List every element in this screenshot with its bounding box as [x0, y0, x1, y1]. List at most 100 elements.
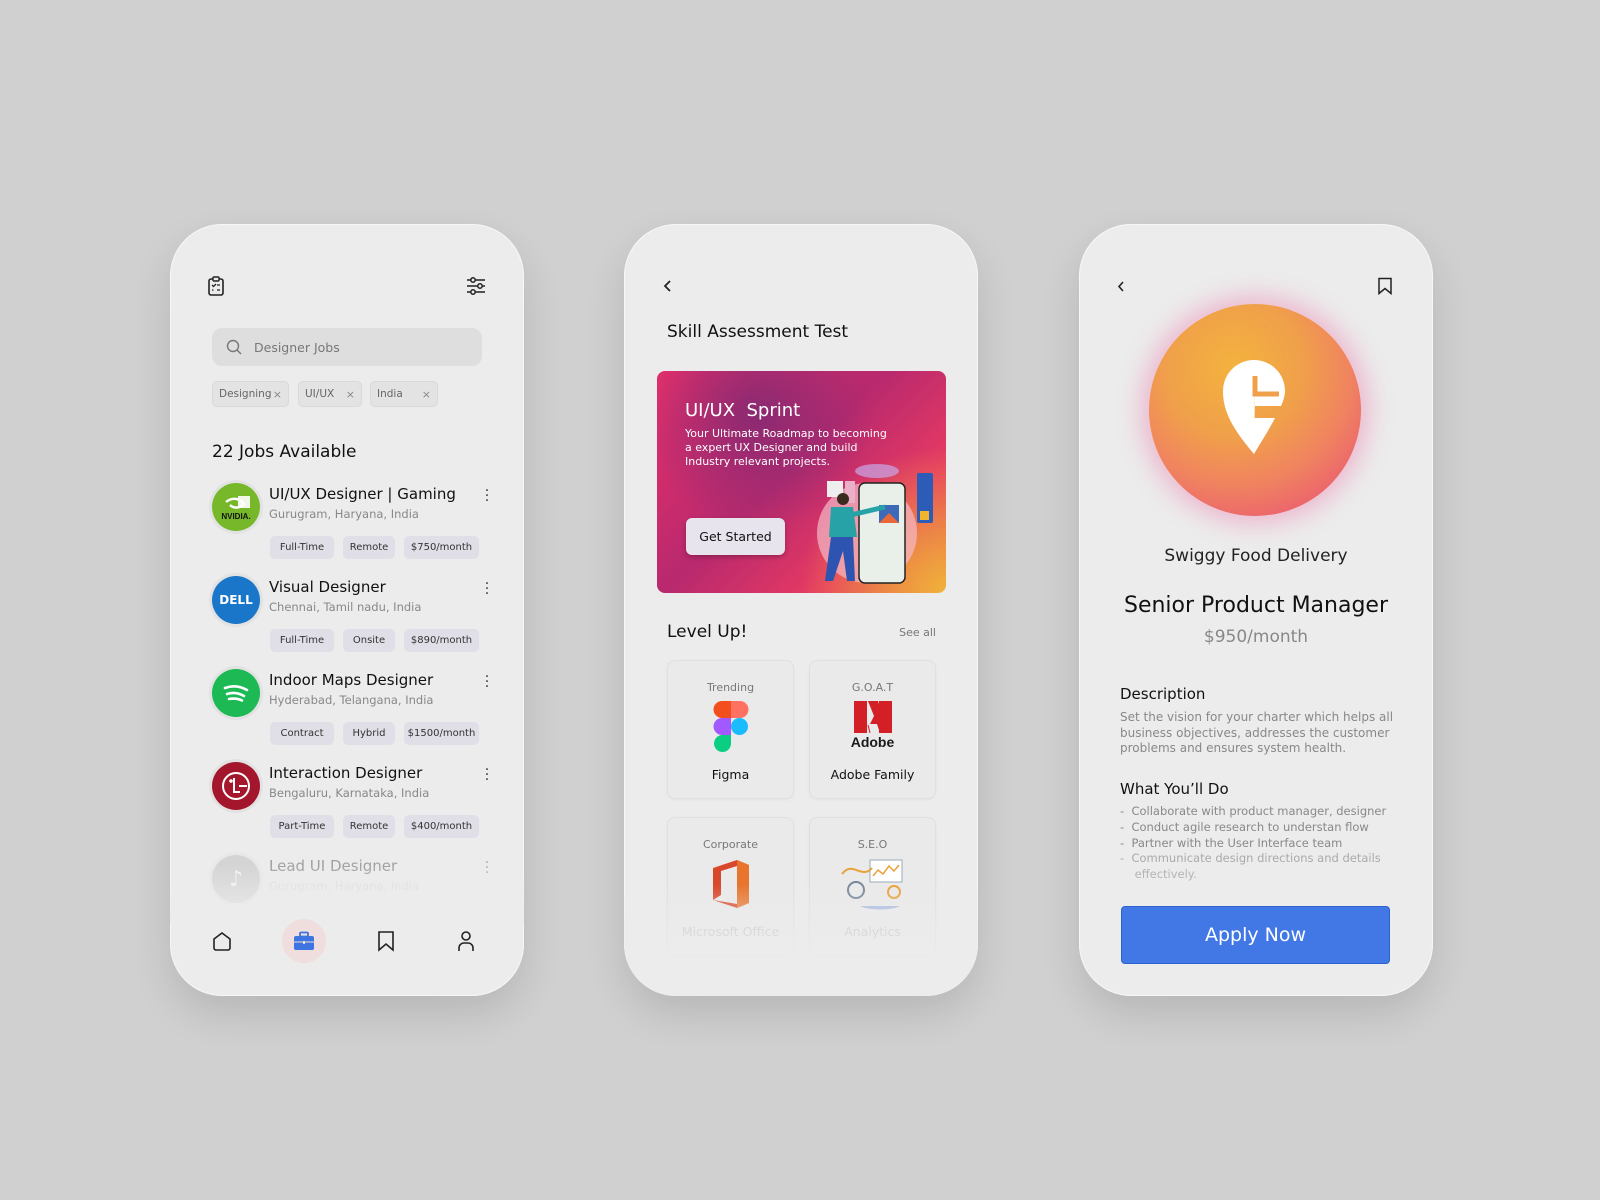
card-name: Analytics [844, 924, 901, 939]
job-list-item[interactable]: Interaction Designer Bengaluru, Karnatak… [170, 762, 524, 854]
more-options-icon[interactable]: · · · [482, 484, 492, 508]
todo-item: - Collaborate with product manager, desi… [1120, 804, 1387, 818]
job-list-item[interactable]: Indoor Maps Designer Hyderabad, Telangan… [170, 669, 524, 761]
adobe-logo: Adobe [810, 701, 935, 750]
job-location: Chennai, Tamil nadu, India [269, 600, 422, 614]
nav-profile[interactable] [444, 919, 488, 963]
more-options-icon[interactable]: · · · [482, 856, 492, 880]
apply-now-button[interactable]: Apply Now [1121, 906, 1390, 964]
job-tag: Remote [343, 815, 395, 838]
home-icon [211, 930, 233, 952]
job-location: Gurugram, Haryana, India [269, 507, 419, 521]
job-tag: $1500/month [404, 722, 479, 745]
job-tag: Onsite [343, 629, 395, 652]
job-list-screen: Designer Jobs Designing × UI/UX × India × 2… [170, 224, 524, 996]
section-title: Level Up! [667, 622, 748, 642]
nav-saved[interactable] [364, 919, 408, 963]
banner-line: Your Ultimate Roadmap to becoming [685, 427, 887, 440]
dell-logo: DELL [212, 576, 260, 624]
banner-line: a expert UX Designer and build [685, 441, 858, 454]
filter-sliders-icon[interactable] [465, 276, 487, 296]
course-card[interactable]: G.O.A.T Adobe Adobe Family [809, 660, 936, 799]
job-tag: Full-Time [270, 629, 334, 652]
see-all-link[interactable]: See all [899, 626, 936, 639]
job-tag: $890/month [404, 629, 479, 652]
clipboard-icon[interactable] [207, 276, 225, 296]
card-name: Microsoft Office [681, 924, 780, 939]
salary: $950/month [1203, 627, 1309, 647]
course-card[interactable]: Corporate Microsoft Office [667, 817, 794, 956]
chip-label: Designing [219, 388, 272, 400]
job-tag: Remote [343, 536, 395, 559]
microsoft-office-logo [712, 860, 749, 908]
job-tag: Hybrid [343, 722, 395, 745]
filter-chip[interactable]: Designing × [212, 381, 289, 407]
back-chevron-icon[interactable] [662, 279, 674, 293]
job-title: Lead UI Designer [269, 857, 398, 875]
job-tag: Full-Time [270, 536, 334, 559]
bookmark-icon[interactable] [1377, 277, 1393, 295]
swiggy-logo [1149, 304, 1361, 516]
job-location: Hyderabad, Telangana, India [269, 693, 434, 707]
job-tag: $400/month [404, 815, 479, 838]
job-list-item[interactable]: NVIDIA. UI/UX Designer | Gaming Gurugram… [170, 483, 524, 575]
banner-title: UI/UX Sprint [685, 400, 801, 421]
nav-jobs[interactable] [282, 919, 326, 963]
analytics-illustration [840, 859, 902, 910]
more-options-icon[interactable]: · · · [482, 577, 492, 601]
close-icon[interactable]: × [273, 388, 282, 401]
description-line: Set the vision for your charter which he… [1120, 710, 1394, 724]
job-detail-screen: Swiggy Food Delivery Senior Product Mana… [1079, 224, 1433, 996]
todo-item: - Conduct agile research to understan fl… [1120, 819, 1369, 834]
description-text: Set the vision for your charter which he… [1120, 710, 1393, 757]
todo-list: - Collaborate with product manager, desi… [1120, 804, 1386, 883]
jobs-count-title: 22 Jobs Available [212, 442, 357, 462]
card-label: S.E.O [857, 838, 888, 851]
job-tag: Contract [270, 722, 334, 745]
job-list-item[interactable]: DELL Visual Designer Chennai, Tamil nadu… [170, 576, 524, 668]
get-started-button[interactable]: Get Started [686, 518, 785, 555]
description-heading: Description [1120, 685, 1206, 703]
card-label: Trending [706, 681, 755, 694]
tiktok-logo: ♪ [212, 855, 260, 903]
briefcase-icon [293, 931, 315, 951]
job-role-title: Senior Product Manager [1123, 593, 1388, 618]
filter-chip[interactable]: India × [370, 381, 438, 407]
designer-illustration [817, 464, 933, 584]
card-name: Figma [711, 767, 750, 782]
job-title: UI/UX Designer | Gaming [269, 485, 456, 503]
nav-home[interactable] [200, 919, 244, 963]
figma-logo [713, 701, 748, 752]
todo-heading: What You’ll Do [1120, 780, 1229, 798]
card-name: Adobe Family [830, 767, 915, 782]
job-location: Bengaluru, Karnataka, India [269, 786, 430, 800]
search-placeholder: Designer Jobs [254, 339, 340, 355]
search-input[interactable]: Designer Jobs [212, 328, 482, 366]
company-name: Swiggy Food Delivery [1164, 546, 1348, 566]
nvidia-logo: NVIDIA. [212, 483, 260, 531]
more-options-icon[interactable]: · · · [482, 763, 492, 787]
close-icon[interactable]: × [422, 388, 431, 401]
job-location: Gurugram, Haryana, India [269, 879, 419, 893]
job-title: Visual Designer [269, 578, 386, 596]
sprint-banner[interactable]: UI/UX Sprint Your Ultimate Roadmap to be… [657, 371, 946, 593]
more-options-icon[interactable]: · · · [482, 670, 492, 694]
back-chevron-icon[interactable] [1115, 280, 1127, 293]
job-title: Indoor Maps Designer [269, 671, 434, 689]
svg-text:NVIDIA.: NVIDIA. [221, 512, 250, 521]
spotify-logo [212, 669, 260, 717]
description-line: problems and ensures system health. [1120, 741, 1347, 756]
page-title: Skill Assessment Test [667, 322, 849, 342]
todo-item: - Communicate design directions and deta… [1120, 851, 1381, 866]
user-icon [456, 930, 476, 952]
course-card[interactable]: Trending Figma [667, 660, 794, 799]
course-card[interactable]: S.E.O Analytics [809, 817, 936, 956]
lg-logo [212, 762, 260, 810]
close-icon[interactable]: × [346, 388, 355, 401]
chip-label: India [377, 388, 403, 400]
card-label: G.O.A.T [851, 681, 894, 694]
todo-item: - Partner with the User Interface team [1120, 835, 1343, 850]
filter-chip[interactable]: UI/UX × [298, 381, 362, 407]
skill-assessment-screen: Skill Assessment Test UI/UX Sprint Your … [624, 224, 978, 996]
bookmark-icon [376, 930, 396, 952]
